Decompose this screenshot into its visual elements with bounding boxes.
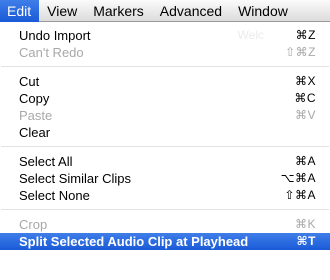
menu-separator <box>0 204 330 216</box>
menu-item-cut[interactable]: Cut ⌘X <box>0 73 330 90</box>
menu-item-paste: Paste ⌘V <box>0 107 330 124</box>
menu-item-shortcut: ⌘C <box>294 91 316 105</box>
menu-item-select-all[interactable]: Select All ⌘A <box>0 153 330 170</box>
menu-item-shortcut: ⌘X <box>294 74 316 88</box>
menu-item-shortcut: ⌘K <box>294 217 316 231</box>
menu-separator <box>0 61 330 73</box>
menu-bar: Edit View Markers Advanced Window <box>0 0 330 22</box>
menu-item-select-similar-clips[interactable]: Select Similar Clips ⌥⌘A <box>0 170 330 187</box>
menu-item-select-none[interactable]: Select None ⇧⌘A <box>0 187 330 204</box>
menu-item-label: Split Selected Audio Clip at Playhead <box>19 234 249 249</box>
menu-item-shortcut: ⌘A <box>294 154 316 168</box>
menu-item-shortcut: ⌘T <box>296 234 316 248</box>
menu-item-label: Clear <box>19 125 51 140</box>
menu-item-label: Cut <box>19 74 40 89</box>
menu-advanced[interactable]: Advanced <box>152 0 230 22</box>
menu-edit[interactable]: Edit <box>0 0 40 22</box>
menu-item-cant-redo: Can't Redo ⇧⌘Z <box>0 44 330 61</box>
menu-item-shortcut: ⇧⌘Z <box>285 45 316 59</box>
menu-item-shortcut: ⌥⌘A <box>280 171 316 185</box>
menu-item-clear[interactable]: Clear <box>0 124 330 141</box>
edit-dropdown-menu: Welc Undo Import ⌘Z Can't Redo ⇧⌘Z Cut ⌘… <box>0 22 330 280</box>
menu-item-shortcut: ⇧⌘A <box>284 188 316 202</box>
menu-item-label: Undo Import <box>19 28 91 43</box>
menu-item-label: Paste <box>19 108 53 123</box>
menu-view[interactable]: View <box>39 0 85 22</box>
menu-item-label: Select All <box>19 154 73 169</box>
menu-item-label: Crop <box>19 217 48 232</box>
menu-item-shortcut: ⌘Z <box>295 28 316 42</box>
menu-item-split-selected-audio-clip[interactable]: Split Selected Audio Clip at Playhead ⌘T <box>0 233 330 250</box>
menu-window[interactable]: Window <box>230 0 296 22</box>
menu-markers[interactable]: Markers <box>85 0 152 22</box>
menu-item-label: Select None <box>19 188 90 203</box>
menu-item-shortcut: ⌘V <box>294 108 316 122</box>
menu-item-crop: Crop ⌘K <box>0 216 330 233</box>
menu-item-label: Select Similar Clips <box>19 171 131 186</box>
menu-item-copy[interactable]: Copy ⌘C <box>0 90 330 107</box>
menu-item-undo-import[interactable]: Undo Import ⌘Z <box>0 27 330 44</box>
menu-item-label: Copy <box>19 91 50 106</box>
menu-item-label: Can't Redo <box>19 45 84 60</box>
menu-separator <box>0 141 330 153</box>
